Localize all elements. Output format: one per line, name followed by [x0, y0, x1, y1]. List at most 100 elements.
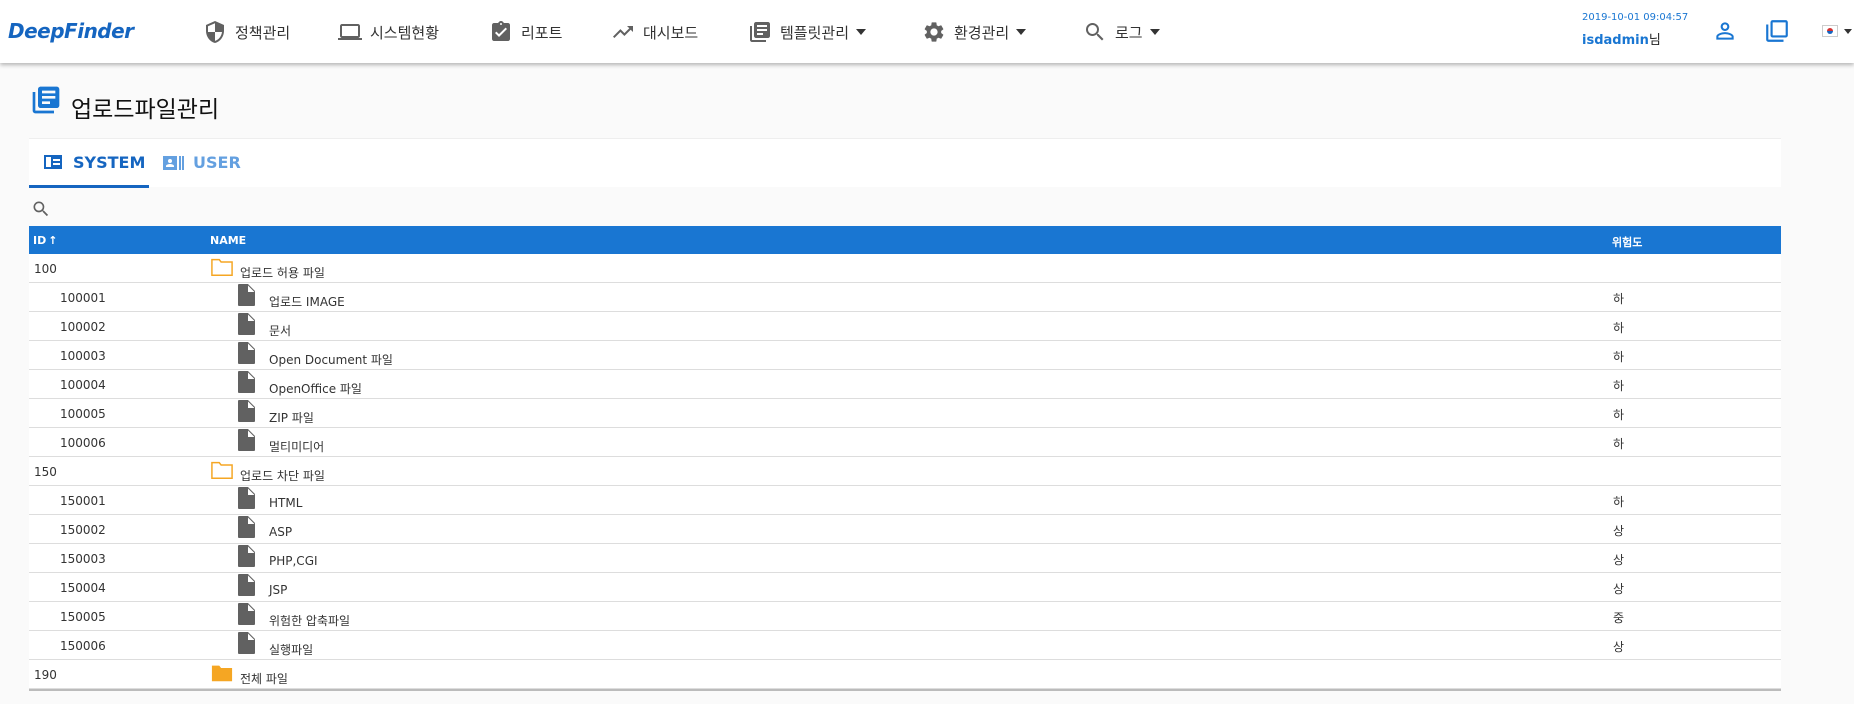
folder-open-icon	[211, 461, 233, 479]
row-id: 150004	[60, 581, 106, 595]
table-row-file[interactable]: 100004 OpenOffice 파일 하	[29, 370, 1781, 399]
row-name: ZIP 파일	[269, 411, 314, 425]
tab-bar: SYSTEM USER	[29, 138, 1781, 188]
table-row-folder[interactable]: 100 업로드 허용 파일	[29, 254, 1781, 283]
app-logo[interactable]: DeepFinder	[8, 19, 134, 43]
row-name: 문서	[269, 324, 292, 338]
row-id: 150002	[60, 523, 106, 537]
shield-icon	[206, 21, 224, 43]
search-icon	[1086, 23, 1104, 41]
tab-system[interactable]: SYSTEM	[29, 139, 149, 188]
row-name: ASP	[269, 525, 293, 539]
row-risk: 하	[1613, 321, 1625, 335]
nav-report[interactable]: 리포트	[489, 18, 562, 46]
row-id: 150005	[60, 610, 106, 624]
korea-flag-icon[interactable]	[1822, 25, 1838, 37]
top-navigation-bar: DeepFinder 정책관리 시스템현황 리포트 대시보드 템플릿관리 환경관…	[0, 0, 1854, 63]
row-id: 100004	[60, 378, 106, 392]
nav-label: 리포트	[521, 23, 563, 42]
column-header-risk[interactable]: 위험도	[1612, 234, 1642, 250]
table-row-file[interactable]: 100002 문서 하	[29, 312, 1781, 341]
row-risk: 상	[1613, 553, 1625, 567]
row-id: 150003	[60, 552, 106, 566]
file-icon	[238, 429, 255, 451]
row-id: 190	[34, 668, 57, 682]
table-row-file[interactable]: 100006 멀티미디어 하	[29, 428, 1781, 457]
chevron-down-icon	[1016, 29, 1027, 35]
library-icon[interactable]	[1764, 18, 1790, 44]
row-id: 100005	[60, 407, 106, 421]
table-row-file[interactable]: 150002 ASP 상	[29, 515, 1781, 544]
page-title: 업로드파일관리	[71, 97, 220, 123]
row-id: 150	[34, 465, 57, 479]
chevron-down-icon	[856, 29, 867, 35]
table-row-file[interactable]: 150006 실행파일 상	[29, 631, 1781, 660]
nav-log[interactable]: 로그	[1083, 18, 1160, 46]
row-name: 전체 파일	[240, 672, 288, 686]
column-header-id[interactable]: ID ↑	[33, 234, 57, 247]
language-dropdown-caret[interactable]	[1844, 29, 1852, 34]
file-icon	[238, 487, 255, 509]
file-icon	[238, 603, 255, 625]
file-icon	[238, 574, 255, 596]
row-name: 업로드 IMAGE	[269, 295, 345, 309]
row-name: OpenOffice 파일	[269, 382, 362, 396]
row-risk: 하	[1613, 495, 1625, 509]
file-icon	[238, 545, 255, 567]
search-icon[interactable]	[31, 199, 51, 219]
upload-file-table: ID ↑ NAME 위험도 100 업로드 허용 파일 100001 업로드 IM…	[29, 226, 1781, 691]
file-icon	[238, 632, 255, 654]
row-id: 100003	[60, 349, 106, 363]
column-header-name[interactable]: NAME	[210, 234, 246, 247]
row-name: JSP	[269, 583, 288, 597]
nav-environment-management[interactable]: 환경관리	[922, 18, 1027, 46]
column-header-label: ID	[33, 234, 47, 247]
row-risk: 하	[1613, 350, 1625, 364]
tab-user[interactable]: USER	[161, 139, 241, 186]
clipboard-check-icon	[492, 21, 510, 41]
sort-ascending-icon: ↑	[48, 234, 58, 247]
chevron-down-icon	[1149, 29, 1160, 35]
table-row-file[interactable]: 150005 위험한 압축파일 중	[29, 602, 1781, 631]
table-row-file[interactable]: 150004 JSP 상	[29, 573, 1781, 602]
row-id: 100	[34, 262, 57, 276]
nav-label: 시스템현황	[370, 23, 440, 42]
nav-policy-management[interactable]: 정책관리	[203, 18, 290, 46]
row-risk: 중	[1613, 611, 1625, 625]
row-name: 업로드 허용 파일	[240, 266, 325, 280]
nav-dashboard[interactable]: 대시보드	[611, 18, 698, 46]
table-body: 100 업로드 허용 파일 100001 업로드 IMAGE 하 100002 …	[29, 254, 1781, 689]
file-icon	[238, 313, 255, 335]
row-name: 위험한 압축파일	[269, 614, 351, 628]
row-risk: 하	[1613, 292, 1625, 306]
nav-system-status[interactable]: 시스템현황	[338, 18, 439, 46]
table-row-file[interactable]: 150001 HTML 하	[29, 486, 1781, 515]
user-suffix: 님	[1648, 33, 1661, 48]
table-row-file[interactable]: 100005 ZIP 파일 하	[29, 399, 1781, 428]
row-id: 150006	[60, 639, 106, 653]
table-header: ID ↑ NAME 위험도	[29, 226, 1781, 254]
nav-label: 대시보드	[643, 23, 699, 42]
nav-label: 정책관리	[235, 23, 291, 42]
nav-label: 템플릿관리	[780, 23, 850, 42]
person-icon[interactable]	[1712, 18, 1738, 44]
nav-template-management[interactable]: 템플릿관리	[748, 18, 867, 46]
table-row-folder[interactable]: 150 업로드 차단 파일	[29, 457, 1781, 486]
table-row-file[interactable]: 100001 업로드 IMAGE 하	[29, 283, 1781, 312]
row-name: 실행파일	[269, 643, 314, 657]
row-id: 150001	[60, 494, 106, 508]
row-id: 100006	[60, 436, 106, 450]
nav-label: 로그	[1115, 23, 1143, 42]
user-greeting[interactable]: isdadmin님	[1582, 29, 1661, 48]
gear-icon	[924, 22, 944, 42]
system-tab-icon	[44, 155, 62, 169]
row-name: PHP,CGI	[269, 554, 318, 568]
table-row-file[interactable]: 150003 PHP,CGI 상	[29, 544, 1781, 573]
trending-icon	[613, 26, 633, 38]
table-row-file[interactable]: 100003 Open Document 파일 하	[29, 341, 1781, 370]
row-risk: 하	[1613, 408, 1625, 422]
tab-label: USER	[193, 153, 241, 172]
row-id: 100001	[60, 291, 106, 305]
file-list-icon	[32, 86, 60, 114]
table-row-folder[interactable]: 190 전체 파일	[29, 660, 1781, 689]
